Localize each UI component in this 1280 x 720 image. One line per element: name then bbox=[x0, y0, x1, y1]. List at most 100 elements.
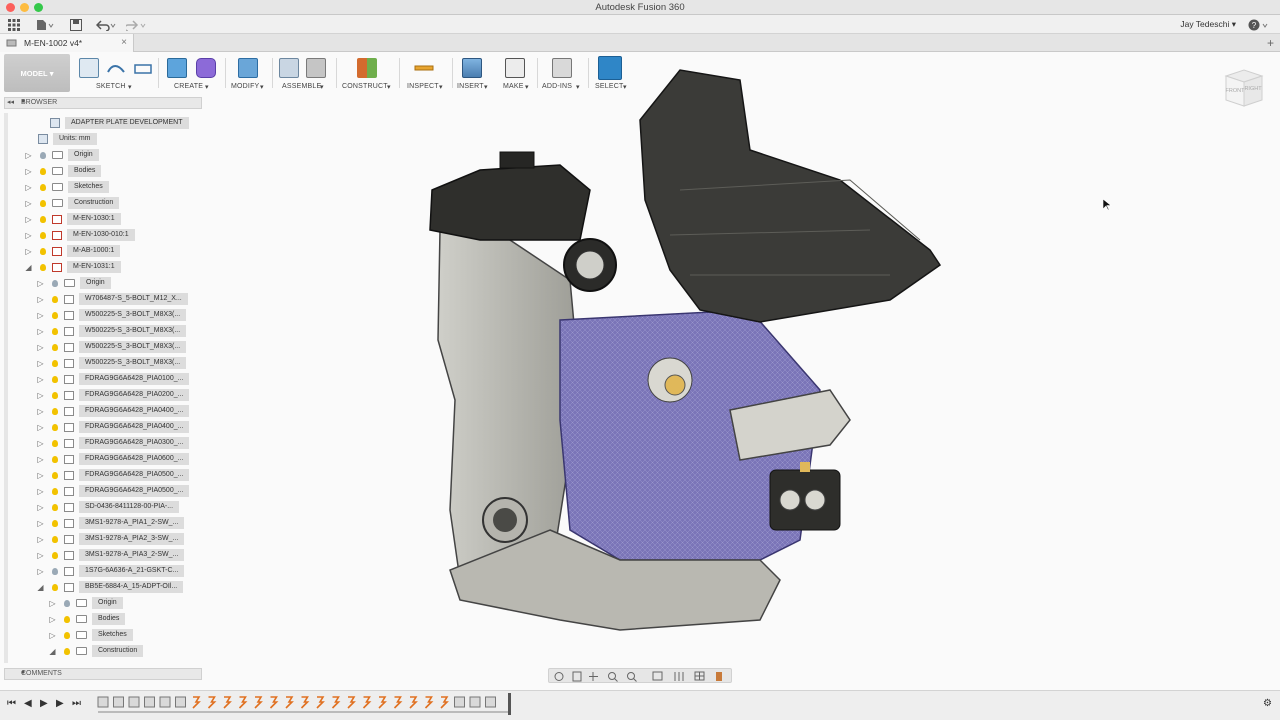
expand-arrow-icon[interactable]: ▷ bbox=[36, 503, 45, 512]
expand-arrow-icon[interactable]: ▷ bbox=[36, 487, 45, 496]
expand-arrow-icon[interactable]: ▷ bbox=[24, 199, 33, 208]
browser-node[interactable]: ▷ W500225-S_3-BOLT_M8X3(... bbox=[36, 357, 187, 369]
expand-arrow-icon[interactable]: ▷ bbox=[36, 455, 45, 464]
browser-node[interactable]: ◢ Construction bbox=[48, 645, 144, 657]
expand-arrow-icon[interactable]: ▷ bbox=[36, 407, 45, 416]
display-settings-icon[interactable] bbox=[652, 671, 663, 681]
workspace-switcher[interactable]: MODEL ▾ bbox=[4, 54, 70, 92]
visibility-bulb-icon[interactable] bbox=[51, 519, 59, 528]
timeline-joint-icon[interactable] bbox=[378, 696, 387, 709]
visibility-bulb-icon[interactable] bbox=[51, 551, 59, 560]
create-sketch-icon[interactable] bbox=[79, 58, 99, 78]
browser-node[interactable]: ▷ 3MS1-9278-A_PIA3_2-SW_... bbox=[36, 549, 185, 561]
timeline-last-button[interactable]: ⏭ bbox=[72, 698, 81, 709]
viewports-icon[interactable] bbox=[694, 671, 705, 681]
visibility-bulb-icon[interactable] bbox=[51, 423, 59, 432]
collapse-arrow-icon[interactable]: ◢ bbox=[36, 583, 45, 592]
expand-arrow-icon[interactable]: ▷ bbox=[24, 231, 33, 240]
timeline-previous-button[interactable]: ◀ bbox=[24, 698, 32, 709]
expand-arrow-icon[interactable]: ▷ bbox=[36, 391, 45, 400]
timeline-next-button[interactable]: ▶ bbox=[56, 698, 64, 709]
browser-node[interactable]: ▷ M-EN-1030:1 bbox=[24, 213, 121, 225]
expand-arrow-icon[interactable]: ▷ bbox=[36, 567, 45, 576]
visibility-bulb-icon[interactable] bbox=[51, 279, 59, 288]
visibility-bulb-icon[interactable] bbox=[39, 183, 47, 192]
expand-arrow-icon[interactable]: ▷ bbox=[36, 519, 45, 528]
orbit-icon[interactable] bbox=[554, 672, 564, 681]
timeline-marker[interactable] bbox=[508, 693, 511, 715]
collapse-arrow-icon[interactable]: ◢ bbox=[24, 263, 33, 272]
browser-node[interactable]: ▷ M-AB-1000:1 bbox=[24, 245, 121, 257]
browser-node[interactable]: ▷ Sketches bbox=[48, 629, 133, 641]
expand-arrow-icon[interactable]: ▷ bbox=[36, 439, 45, 448]
press-pull-icon[interactable] bbox=[238, 58, 258, 78]
timeline-joint-icon[interactable] bbox=[331, 696, 341, 709]
browser-node[interactable]: ▷ 3MS1-9278-A_PIA2_3-SW_... bbox=[36, 533, 185, 545]
expand-arrow-icon[interactable]: ▷ bbox=[48, 631, 57, 640]
expand-arrow-icon[interactable]: ▷ bbox=[36, 423, 45, 432]
visibility-bulb-icon[interactable] bbox=[51, 503, 59, 512]
expand-arrow-icon[interactable]: ▷ bbox=[36, 295, 45, 304]
file-menu-button[interactable] bbox=[36, 17, 54, 32]
undo-button[interactable] bbox=[96, 17, 118, 32]
comments-options-icon[interactable]: ● bbox=[21, 669, 193, 676]
browser-node[interactable]: ▷ W500225-S_3-BOLT_M8X3(... bbox=[36, 341, 187, 353]
visibility-bulb-icon[interactable] bbox=[39, 247, 47, 256]
visibility-bulb-icon[interactable] bbox=[51, 471, 59, 480]
line-icon[interactable] bbox=[106, 58, 126, 78]
joint-icon[interactable] bbox=[306, 58, 326, 78]
visibility-bulb-icon[interactable] bbox=[51, 439, 59, 448]
browser-header[interactable]: ◂◂ BROWSER ● bbox=[4, 97, 202, 109]
redo-button[interactable] bbox=[126, 17, 148, 32]
browser-node[interactable]: ▷ FDRAG9G6A6428_PIA0400_... bbox=[36, 421, 190, 433]
visibility-bulb-icon[interactable] bbox=[39, 167, 47, 176]
expand-arrow-icon[interactable]: ▷ bbox=[36, 359, 45, 368]
timeline-features[interactable] bbox=[96, 693, 516, 717]
timeline-feature-icon[interactable] bbox=[159, 696, 171, 708]
effects-icon[interactable] bbox=[716, 672, 722, 681]
timeline-feature-icon[interactable] bbox=[144, 696, 155, 708]
visibility-bulb-icon[interactable] bbox=[51, 375, 59, 384]
visibility-bulb-icon[interactable] bbox=[51, 455, 59, 464]
timeline-joint-icon[interactable] bbox=[238, 696, 248, 709]
grid-settings-icon[interactable] bbox=[674, 672, 684, 681]
assemble-group[interactable]: ASSEMBLE ▾ bbox=[276, 54, 330, 92]
timeline-joint-icon[interactable] bbox=[300, 696, 310, 709]
engine-assembly-model[interactable] bbox=[420, 60, 950, 640]
timeline-joint-icon[interactable] bbox=[393, 696, 403, 709]
document-tab[interactable]: M-EN-1002 v4* × bbox=[0, 34, 134, 52]
browser-node[interactable]: ▷ W500225-S_3-BOLT_M8X3(... bbox=[36, 325, 187, 337]
browser-node[interactable]: ◢ BB5E-6884-A_15-ADPT-OIl... bbox=[36, 581, 184, 593]
offset-plane-icon[interactable] bbox=[357, 58, 377, 78]
expand-arrow-icon[interactable]: ▷ bbox=[36, 343, 45, 352]
timeline-joint-icon[interactable] bbox=[223, 696, 232, 709]
visibility-bulb-icon[interactable] bbox=[63, 599, 71, 608]
timeline-joint-icon[interactable] bbox=[316, 696, 325, 709]
browser-node[interactable]: ▷ Origin bbox=[48, 597, 123, 609]
expand-arrow-icon[interactable]: ▷ bbox=[36, 327, 45, 336]
visibility-bulb-icon[interactable] bbox=[51, 535, 59, 544]
new-tab-button[interactable]: + bbox=[1267, 36, 1274, 50]
browser-node[interactable]: ▷ SD-0436-8411128-00-PIA-... bbox=[36, 501, 180, 513]
browser-node[interactable]: ▷ FDRAG9G6A6428_PIA0200_... bbox=[36, 389, 190, 401]
modify-group[interactable]: MODIFY ▾ bbox=[228, 54, 268, 92]
timeline-joint-icon[interactable] bbox=[192, 696, 201, 709]
save-button[interactable] bbox=[70, 17, 82, 32]
expand-arrow-icon[interactable]: ▷ bbox=[24, 151, 33, 160]
expand-arrow-icon[interactable]: ▷ bbox=[36, 279, 45, 288]
browser-node[interactable]: ▷ W706487-S_5-BOLT_M12_X... bbox=[36, 293, 188, 305]
view-cube[interactable]: FRONT RIGHT bbox=[1222, 68, 1266, 108]
visibility-bulb-icon[interactable] bbox=[39, 215, 47, 224]
user-account-menu[interactable]: Jay Tedeschi ▾ bbox=[1180, 19, 1236, 30]
expand-arrow-icon[interactable]: ▷ bbox=[48, 615, 57, 624]
browser-node[interactable]: ▷ Bodies bbox=[48, 613, 126, 625]
browser-node[interactable]: ▷ Construction bbox=[24, 197, 120, 209]
timeline-joint-icon[interactable] bbox=[269, 696, 279, 709]
visibility-bulb-icon[interactable] bbox=[51, 567, 59, 576]
timeline-joint-icon[interactable] bbox=[207, 696, 217, 709]
new-component-icon[interactable] bbox=[279, 58, 299, 78]
pan-icon[interactable] bbox=[589, 672, 598, 681]
close-tab-button[interactable]: × bbox=[121, 37, 127, 48]
visibility-bulb-icon[interactable] bbox=[51, 359, 59, 368]
timeline-joint-icon[interactable] bbox=[347, 696, 356, 709]
